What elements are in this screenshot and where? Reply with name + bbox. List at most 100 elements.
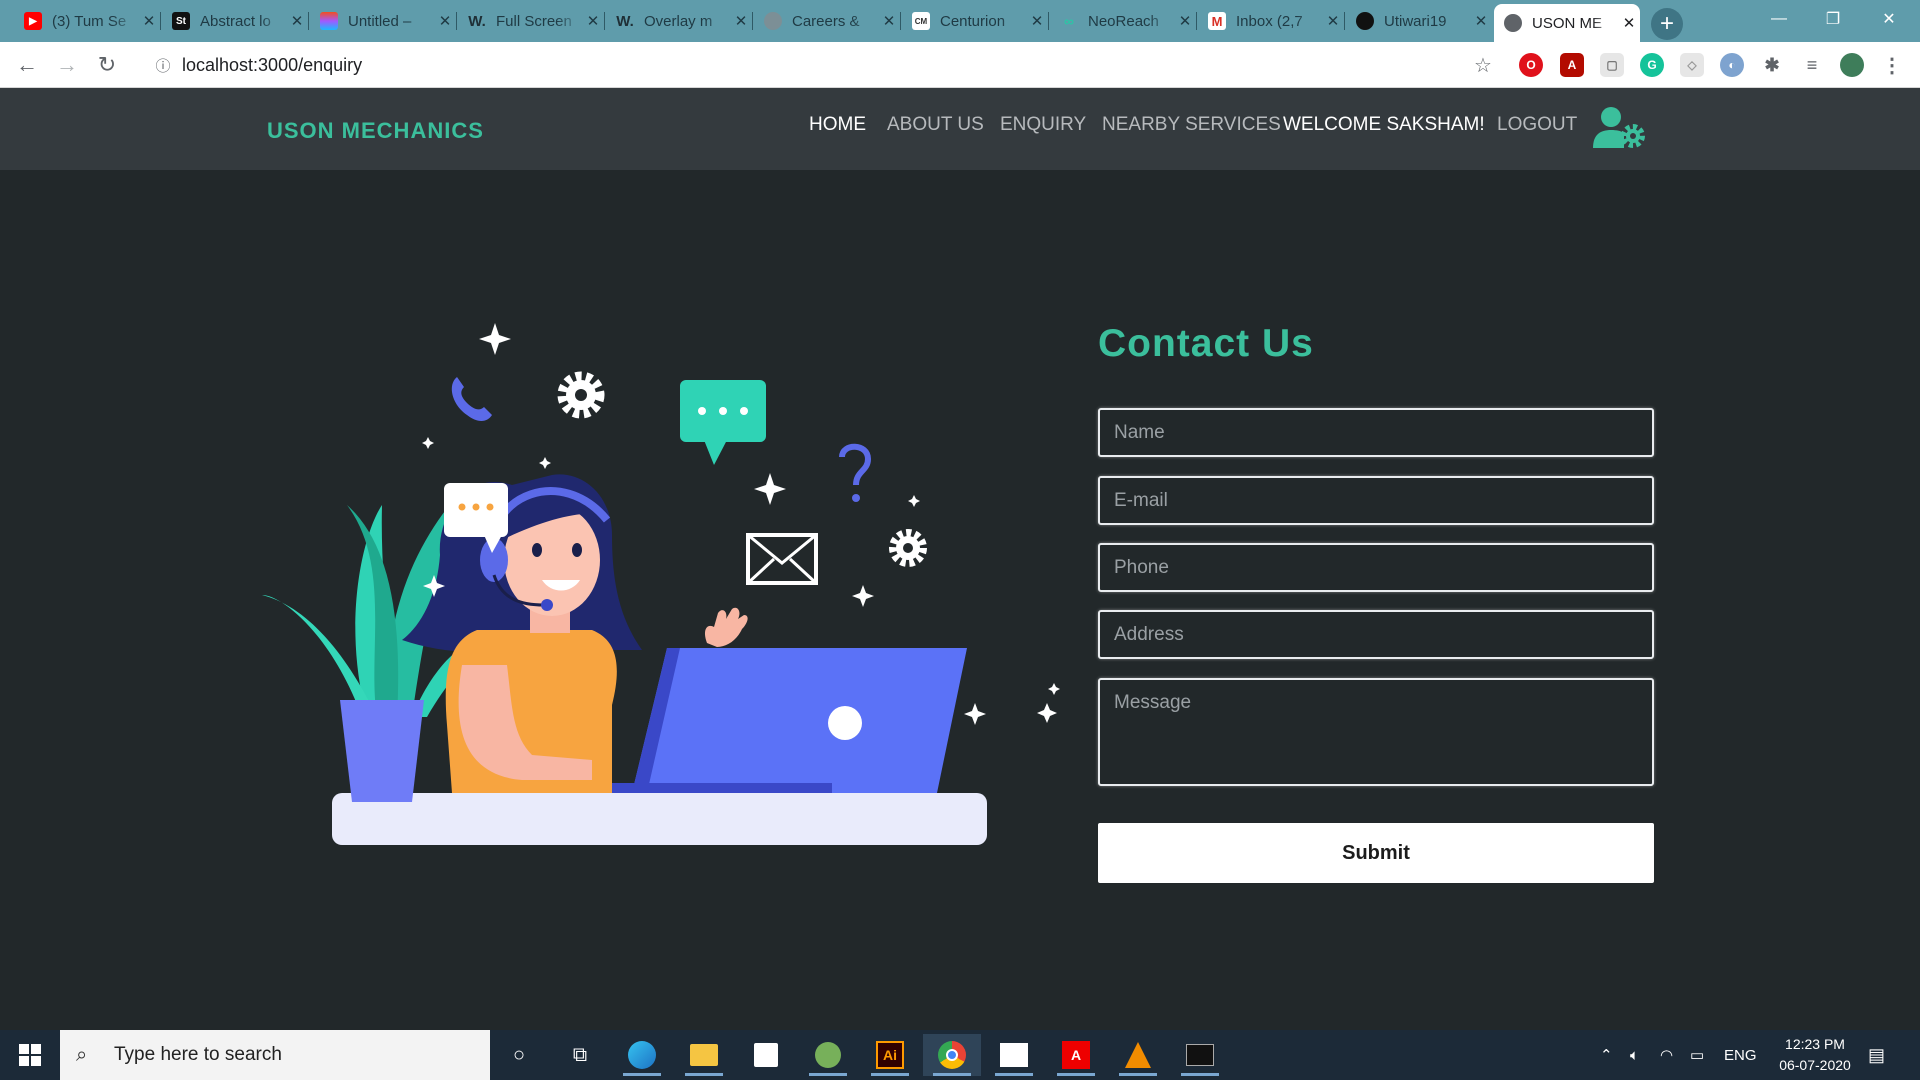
name-field[interactable] bbox=[1098, 408, 1654, 457]
vlc-icon[interactable] bbox=[1109, 1034, 1167, 1076]
close-icon[interactable]: ✕ bbox=[1174, 12, 1196, 30]
tab-title: USON ME bbox=[1532, 14, 1603, 32]
browser-toolbar: ← → ↻ ⓘ localhost:3000/enquiry ☆ O A ▢ G… bbox=[0, 42, 1920, 88]
terminal-icon[interactable] bbox=[1171, 1034, 1229, 1076]
browser-tab[interactable]: CM Centurion ✕ bbox=[902, 6, 1049, 36]
globe-icon bbox=[764, 12, 782, 30]
st-icon: St bbox=[172, 12, 190, 30]
close-icon[interactable]: ✕ bbox=[730, 12, 752, 30]
wifi-icon[interactable]: ◠ bbox=[1660, 1030, 1673, 1080]
close-icon[interactable]: ✕ bbox=[138, 12, 160, 30]
media-control-icon[interactable]: ≡ bbox=[1800, 53, 1824, 77]
cm-icon: CM bbox=[912, 12, 930, 30]
close-icon[interactable]: ✕ bbox=[1026, 12, 1048, 30]
taskbar-search[interactable]: ⌕ Type here to search bbox=[60, 1030, 490, 1080]
close-icon[interactable]: ✕ bbox=[286, 12, 308, 30]
browser-tab[interactable]: ∞ NeoReach ✕ bbox=[1050, 6, 1197, 36]
clock-date: 06-07-2020 bbox=[1779, 1057, 1851, 1073]
browser-tab[interactable]: Careers & ✕ bbox=[754, 6, 901, 36]
notifications-icon[interactable]: ▤ bbox=[1868, 1030, 1885, 1080]
tab-title: NeoReach bbox=[1088, 12, 1159, 30]
bookmark-star-icon[interactable]: ☆ bbox=[1468, 50, 1498, 80]
globe-icon bbox=[1504, 14, 1522, 32]
opera-icon[interactable]: O bbox=[1519, 53, 1543, 77]
close-icon[interactable]: ✕ bbox=[1470, 12, 1492, 30]
address-field[interactable] bbox=[1098, 610, 1654, 659]
photos-icon[interactable] bbox=[985, 1034, 1043, 1076]
battery-icon[interactable]: ▭ bbox=[1690, 1030, 1704, 1080]
close-icon[interactable]: ✕ bbox=[1322, 12, 1344, 30]
figma-icon bbox=[320, 12, 338, 30]
file-explorer-icon[interactable] bbox=[675, 1034, 733, 1076]
close-icon[interactable]: ✕ bbox=[582, 12, 604, 30]
browser-tab[interactable]: ▶ (3) Tum Se ✕ bbox=[14, 6, 161, 36]
close-icon[interactable]: ✕ bbox=[1618, 14, 1640, 32]
nav-logout[interactable]: LOGOUT bbox=[1497, 114, 1577, 136]
email-field[interactable] bbox=[1098, 476, 1654, 525]
store-icon[interactable] bbox=[737, 1034, 795, 1076]
close-window-icon[interactable]: ✕ bbox=[1862, 6, 1916, 32]
acrobat-icon[interactable]: A bbox=[1560, 53, 1584, 77]
tab-title: Centurion bbox=[940, 12, 1006, 30]
windows-start-icon[interactable] bbox=[0, 1030, 60, 1080]
close-icon[interactable]: ✕ bbox=[434, 12, 456, 30]
tab-title: Careers & bbox=[792, 12, 860, 30]
android-studio-icon[interactable] bbox=[799, 1034, 857, 1076]
task-view-icon[interactable]: ⧉ bbox=[551, 1034, 609, 1076]
nav-home[interactable]: HOME bbox=[809, 114, 866, 136]
puzzle-icon[interactable]: ✱ bbox=[1760, 53, 1784, 77]
pocket-icon[interactable]: ▢ bbox=[1600, 53, 1624, 77]
edge-icon[interactable] bbox=[613, 1034, 671, 1076]
back-icon[interactable]: ← bbox=[12, 50, 42, 80]
illustrator-icon[interactable]: Ai bbox=[861, 1034, 919, 1076]
close-icon[interactable]: ✕ bbox=[878, 12, 900, 30]
restore-icon[interactable]: ❐ bbox=[1806, 6, 1860, 32]
browser-tab[interactable]: M Inbox (2,7 ✕ bbox=[1198, 6, 1345, 36]
tab-title: Inbox (2,7 bbox=[1236, 12, 1303, 30]
show-hidden-icons[interactable]: ⌃ bbox=[1600, 1030, 1613, 1080]
nav-about-us[interactable]: ABOUT US bbox=[887, 114, 984, 136]
nav-nearby-services[interactable]: NEARBY SERVICES bbox=[1102, 114, 1281, 136]
browser-tab[interactable]: W. Overlay m ✕ bbox=[606, 6, 753, 36]
more-menu-icon[interactable]: ⋮ bbox=[1880, 53, 1904, 77]
github-icon bbox=[1356, 12, 1374, 30]
language-indicator[interactable]: ENG bbox=[1724, 1030, 1757, 1080]
browser-tab-active[interactable]: USON ME ✕ bbox=[1494, 4, 1640, 42]
submit-button[interactable]: Submit bbox=[1098, 823, 1654, 883]
gmail-icon: M bbox=[1208, 12, 1226, 30]
extension-icon[interactable]: ◐ bbox=[1720, 53, 1744, 77]
avatar[interactable] bbox=[1840, 53, 1864, 77]
extension-icon[interactable]: ◇ bbox=[1680, 53, 1704, 77]
neoreach-icon: ∞ bbox=[1064, 13, 1074, 29]
minimize-icon[interactable]: — bbox=[1752, 6, 1806, 32]
address-bar[interactable]: ⓘ localhost:3000/enquiry bbox=[138, 48, 1480, 82]
clock-time: 12:23 PM bbox=[1785, 1036, 1845, 1052]
nav-enquiry[interactable]: ENQUIRY bbox=[1000, 114, 1086, 136]
reload-icon[interactable]: ↻ bbox=[92, 50, 122, 80]
forward-icon[interactable]: → bbox=[52, 50, 82, 80]
acrobat-reader-icon[interactable]: A bbox=[1047, 1034, 1105, 1076]
system-clock[interactable]: 12:23 PM 06-07-2020 bbox=[1760, 1034, 1870, 1076]
w-icon: W. bbox=[616, 12, 634, 30]
browser-tab[interactable]: W. Full Screen ✕ bbox=[458, 6, 605, 36]
w-icon: W. bbox=[468, 12, 486, 30]
browser-tab[interactable]: St Abstract lo ✕ bbox=[162, 6, 309, 36]
message-field[interactable] bbox=[1098, 678, 1654, 786]
volume-icon[interactable]: 🔈︎ bbox=[1630, 1030, 1639, 1080]
youtube-icon: ▶ bbox=[24, 12, 42, 30]
new-tab-button[interactable]: + bbox=[1651, 8, 1683, 40]
tab-title: Utiwari19 bbox=[1384, 12, 1447, 30]
brand-logo[interactable]: USON MECHANICS bbox=[267, 118, 484, 144]
browser-tab[interactable]: Utiwari19 ✕ bbox=[1346, 6, 1492, 36]
cortana-icon[interactable]: ○ bbox=[490, 1034, 548, 1076]
nav-welcome-user: WELCOME SAKSHAM! bbox=[1283, 114, 1485, 135]
phone-field[interactable] bbox=[1098, 543, 1654, 592]
customer-support-illustration bbox=[262, 323, 1060, 845]
info-icon[interactable]: ⓘ bbox=[148, 55, 178, 76]
chrome-icon[interactable] bbox=[923, 1034, 981, 1076]
browser-tab[interactable]: Untitled – ✕ bbox=[310, 6, 457, 36]
grammarly-icon[interactable]: G bbox=[1640, 53, 1664, 77]
user-settings-icon[interactable] bbox=[1591, 106, 1647, 150]
url-text[interactable]: localhost:3000/enquiry bbox=[182, 55, 362, 76]
tab-title: Full Screen bbox=[496, 12, 572, 30]
